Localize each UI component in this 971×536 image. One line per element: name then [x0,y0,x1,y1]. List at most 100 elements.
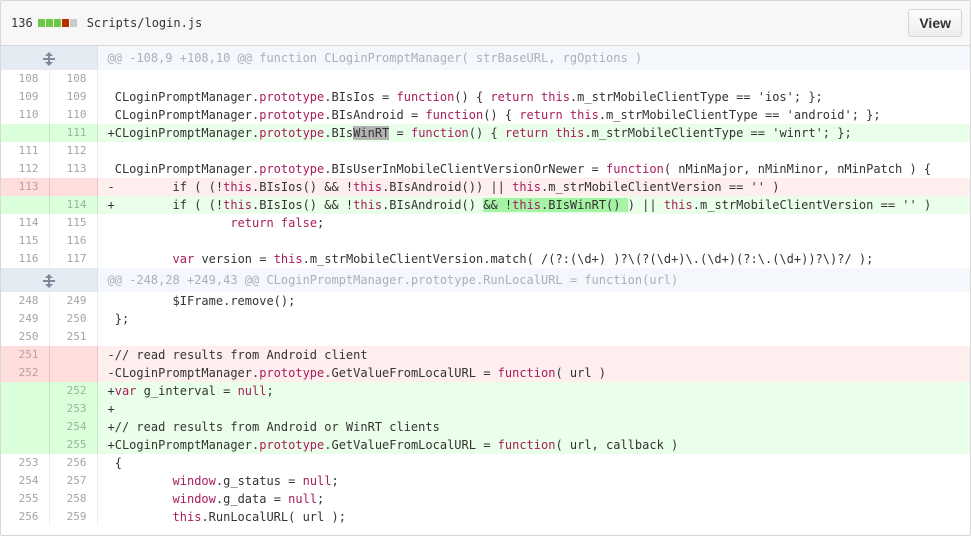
old-line-number[interactable]: 109 [1,88,50,106]
new-line-number[interactable]: 259 [49,508,98,526]
context-line: 114 115 return false; [1,214,970,232]
old-line-number[interactable] [1,196,50,214]
new-line-number[interactable]: 115 [49,214,98,232]
context-line: 116 117 var version = this.m_strMobileCli… [1,250,970,268]
old-line-number[interactable]: 248 [1,292,50,310]
context-line: 248 249 $IFrame.remove(); [1,292,970,310]
context-line: 253 256 { [1,454,970,472]
code-line: this.RunLocalURL( url ); [172,510,346,524]
old-line-number[interactable]: 253 [1,454,50,472]
new-line-number[interactable]: 112 [49,142,98,160]
new-line-number[interactable]: 252 [49,382,98,400]
code-line: CLoginPromptManager.prototype.BIsAndroid… [107,108,881,122]
new-line-number[interactable] [49,364,98,382]
hunk-header-row: @@ -108,9 +108,10 @@ function CLoginProm… [1,46,970,70]
new-line-number[interactable]: 254 [49,418,98,436]
hunk-header: @@ -248,28 +249,43 @@ CLoginPromptManage… [97,268,970,292]
new-line-number[interactable]: 255 [49,436,98,454]
code-line: + if ( (!this.BIsIos() && !this.BIsAndro… [97,196,970,214]
context-line: 250 251 [1,328,970,346]
new-line-number[interactable]: 110 [49,106,98,124]
new-line-number[interactable]: 258 [49,490,98,508]
context-line: 108 108 [1,70,970,88]
new-line-number[interactable]: 253 [49,400,98,418]
old-line-number[interactable]: 113 [1,178,50,196]
code-line [97,232,970,250]
code-line: var version = this.m_strMobileClientVers… [172,252,874,266]
new-line-number[interactable]: 251 [49,328,98,346]
old-line-number[interactable]: 254 [1,472,50,490]
context-line: 249 250 }; [1,310,970,328]
code-line: return false; [230,216,325,230]
code-line: window.g_data = null; [172,492,325,506]
old-line-number[interactable]: 251 [1,346,50,364]
old-line-number[interactable]: 111 [1,142,50,160]
diffstat-block [53,19,61,27]
old-line-number[interactable]: 114 [1,214,50,232]
context-line: 115 116 [1,232,970,250]
context-line: 256 259 this.RunLocalURL( url ); [1,508,970,526]
new-line-number[interactable]: 117 [49,250,98,268]
new-line-number[interactable] [49,178,98,196]
hunk-header-row: @@ -248,28 +249,43 @@ CLoginPromptManage… [1,268,970,292]
code-line: $IFrame.remove(); [107,294,296,308]
code-line: +var g_interval = null; [97,382,970,400]
code-line [97,328,970,346]
context-line: 255 258 window.g_data = null; [1,490,970,508]
new-line-number[interactable]: 256 [49,454,98,472]
diffstat-block [37,19,45,27]
expand-lines-button[interactable] [1,268,98,292]
old-line-number[interactable]: 116 [1,250,50,268]
new-line-number[interactable]: 250 [49,310,98,328]
new-line-number[interactable]: 111 [49,124,98,142]
code-line: -// read results from Android client [97,346,970,364]
code-line: +CLoginPromptManager.prototype.BIsWinRT … [97,124,970,142]
old-line-number[interactable] [1,400,50,418]
added-line: 111 +CLoginPromptManager.prototype.BIsWin… [1,124,970,142]
diffstat-block [45,19,53,27]
old-line-number[interactable]: 115 [1,232,50,250]
file-path[interactable]: Scripts/login.js [87,16,909,30]
old-line-number[interactable]: 112 [1,160,50,178]
expand-icon [42,51,55,66]
added-line: 254 +// read results from Android or WinR… [1,418,970,436]
new-line-number[interactable]: 113 [49,160,98,178]
expand-icon [42,273,55,288]
code-line: window.g_status = null; [172,474,339,488]
context-line: 111 112 [1,142,970,160]
diffstat-block [69,19,77,27]
new-line-number[interactable]: 114 [49,196,98,214]
code-line: CLoginPromptManager.prototype.BIsUserInM… [107,162,932,176]
old-line-number[interactable] [1,436,50,454]
old-line-number[interactable]: 255 [1,490,50,508]
old-line-number[interactable]: 108 [1,70,50,88]
added-line: 255 +CLoginPromptManager.prototype.GetVal… [1,436,970,454]
context-line: 110 110 CLoginPromptManager.prototype.BIs… [1,106,970,124]
old-line-number[interactable]: 256 [1,508,50,526]
code-line: +// read results from Android or WinRT c… [97,418,970,436]
code-line: +CLoginPromptManager.prototype.GetValueF… [97,436,970,454]
added-line: 253 + [1,400,970,418]
code-line: - if ( (!this.BIsIos() && !this.BIsAndro… [97,178,970,196]
new-line-number[interactable] [49,346,98,364]
old-line-number[interactable] [1,382,50,400]
new-line-number[interactable]: 109 [49,88,98,106]
new-line-number[interactable]: 116 [49,232,98,250]
old-line-number[interactable]: 249 [1,310,50,328]
code-line: + [97,400,970,418]
diff-table: @@ -108,9 +108,10 @@ function CLoginProm… [1,46,970,526]
old-line-number[interactable]: 110 [1,106,50,124]
old-line-number[interactable] [1,124,50,142]
old-line-number[interactable] [1,418,50,436]
old-line-number[interactable]: 250 [1,328,50,346]
old-line-number[interactable]: 252 [1,364,50,382]
view-file-button[interactable]: View [908,9,962,37]
new-line-number[interactable]: 249 [49,292,98,310]
diffstat-block [61,19,69,27]
code-line: }; [107,312,130,326]
new-line-number[interactable]: 108 [49,70,98,88]
expand-lines-button[interactable] [1,46,98,70]
new-line-number[interactable]: 257 [49,472,98,490]
deleted-line: 113 - if ( (!this.BIsIos() && !this.BIsAn… [1,178,970,196]
context-line: 254 257 window.g_status = null; [1,472,970,490]
